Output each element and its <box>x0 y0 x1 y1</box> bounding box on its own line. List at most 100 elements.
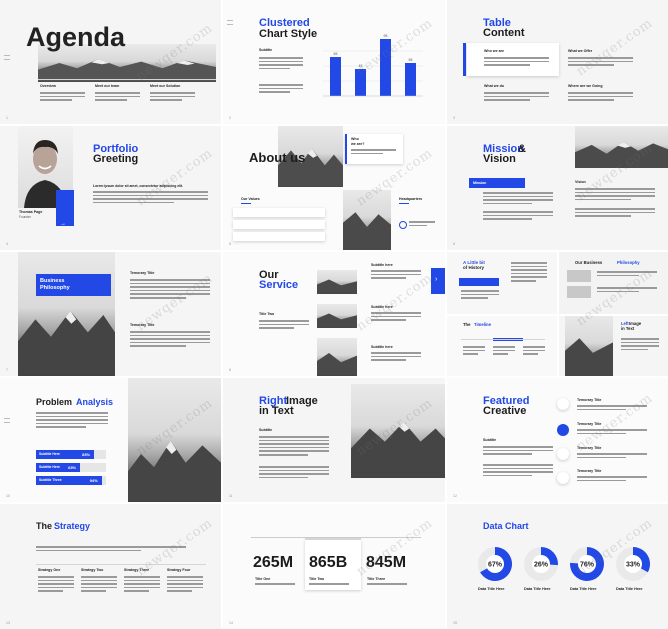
slide-problem-analysis[interactable]: Problem Analysis Subtitle Here 83% Subtitl… <box>0 378 221 502</box>
slide-portfolio-greeting[interactable]: → Thomas Page Founder Portfolio Greeting… <box>0 126 221 250</box>
page-number: 6 <box>453 242 455 246</box>
text-block <box>484 92 549 103</box>
value-row <box>233 220 325 229</box>
page-number: 3 <box>453 116 455 120</box>
strategy-heading: Strategy Two <box>81 568 104 572</box>
service-subtitle: Subtitle here <box>371 345 393 349</box>
service-subtitle: Subtitle here <box>371 263 393 267</box>
agenda-col-heading: Meet our Solution <box>150 84 181 88</box>
progress-percent: 94% <box>89 477 98 483</box>
feature-title: Temorary Title <box>577 469 602 473</box>
section-heading: Our Values <box>241 197 260 201</box>
slide-our-service[interactable]: Our Service Title Two Subtitle here Subt… <box>223 252 445 376</box>
text-block <box>483 446 553 457</box>
text-block <box>483 211 553 222</box>
page-number: 10 <box>6 494 10 498</box>
slide-right-image[interactable]: Right Image in Text Subtitle 11 <box>223 378 445 502</box>
feature-icon[interactable] <box>557 398 569 410</box>
pie-chart-row: 67%Data Title Here26%Data Title Here76%D… <box>478 547 650 591</box>
text-block <box>409 221 435 228</box>
chart-bar <box>330 57 341 96</box>
slide-table-content[interactable]: Table Content Who we are What we Offer W… <box>447 0 668 124</box>
mission-label: Mission <box>473 181 487 185</box>
divider <box>38 79 216 80</box>
mountain-image <box>317 270 357 294</box>
pie-title-label: Data Title Here <box>524 587 551 591</box>
text-block <box>309 583 349 587</box>
feature-icon-active[interactable] <box>557 424 569 436</box>
history-label <box>459 278 499 286</box>
pie-title-label: Data Title Here <box>570 587 597 591</box>
text-block <box>36 412 108 430</box>
slide-strategy[interactable]: The Strategy Strategy One Strategy Two S… <box>0 504 221 629</box>
person-role: Founder <box>19 215 31 219</box>
table-cell-heading: Where are we Going <box>568 84 603 88</box>
side-marker <box>4 418 10 426</box>
accent-line <box>241 203 251 204</box>
progress-label: Subtitle Here <box>39 465 60 469</box>
value-row <box>233 232 325 241</box>
feature-icon[interactable] <box>557 448 569 460</box>
progress-row: Subtitle Here 83% <box>36 450 106 459</box>
text-block <box>95 92 140 103</box>
text-block <box>150 92 195 103</box>
arrow-icon[interactable]: → <box>60 221 66 227</box>
text-block <box>621 338 659 352</box>
page-number: 14 <box>229 621 233 625</box>
text-block <box>40 92 85 103</box>
philosophy-title: Our Business <box>575 260 603 265</box>
tag-label: Title Two <box>259 312 275 316</box>
progress-label: Subtitle Here <box>39 452 60 456</box>
slide-title: in Text <box>259 405 294 417</box>
subtitle: Subtitle <box>483 438 497 442</box>
slide-clustered-chart[interactable]: Clustered Chart Style Subtitle 65 45 95 55 … <box>223 0 445 124</box>
progress-row: Subtitle Here 63% <box>36 463 106 472</box>
feature-icon[interactable] <box>557 472 569 484</box>
text-block <box>511 262 547 284</box>
pie-title-label: Data Title Here <box>478 587 505 591</box>
slide-agenda[interactable]: Agenda Overview Meet our team Meet our S… <box>0 0 221 124</box>
timeline-title: The <box>463 322 471 327</box>
text-block <box>259 57 303 71</box>
section-heading: Headquarters <box>399 197 423 201</box>
slide-featured-creative[interactable]: Featured Creative Subtitle Temorary Titl… <box>447 378 668 502</box>
page-number: 13 <box>6 621 10 625</box>
subtitle: Subtitle <box>259 428 273 432</box>
progress-percent: 83% <box>82 451 91 457</box>
table-cell-heading: Who we are <box>484 49 504 53</box>
slide-title: The <box>36 521 53 531</box>
slide-title-accent: Strategy <box>54 521 91 531</box>
accent-bar <box>345 134 347 164</box>
slide-about-us[interactable]: About us Who we are? Our Values Headquar… <box>223 126 445 250</box>
slide-title: Greeting <box>93 153 139 165</box>
text-block <box>483 192 553 206</box>
slide-title-accent: Analysis <box>76 397 114 407</box>
text-block <box>483 464 553 478</box>
stat-value: 865B <box>309 554 348 571</box>
slide-title: Agenda <box>26 22 126 52</box>
slide-stats[interactable]: 265M 865B 845M Title One Title Two Title… <box>223 504 445 629</box>
text-block <box>371 352 421 363</box>
pie-title-label: Data Title Here <box>616 587 643 591</box>
progress-label: Subtitle Three <box>39 478 62 482</box>
text-block <box>523 346 545 357</box>
page-number: 15 <box>453 621 457 625</box>
page-number: 2 <box>229 116 231 120</box>
text-block <box>493 346 515 357</box>
progress-bars: Subtitle Here 83% Subtitle Here 63% Subtitle… <box>36 450 106 490</box>
text-block <box>367 583 407 587</box>
slide-title-amp: & <box>518 143 526 155</box>
slide-mission-vision[interactable]: Mission & Vision Mission Vision 6 <box>447 126 668 250</box>
bar-value-label: 55 <box>409 58 413 62</box>
text-block <box>568 92 633 103</box>
location-pin-icon <box>399 221 407 229</box>
slide-composite-quarters[interactable]: A Little bit of History Our Business Phi… <box>447 252 668 376</box>
slide-business-philosophy[interactable]: Business Philosophy Temorary Title Temor… <box>0 252 221 376</box>
page-number: 12 <box>453 494 457 498</box>
stat-label: Title Two <box>309 577 325 581</box>
slide-title: Chart Style <box>259 28 318 40</box>
mountain-image <box>565 316 613 376</box>
text-block <box>259 436 329 458</box>
page-number: 7 <box>6 368 8 372</box>
stat-label: Title One <box>255 577 271 581</box>
